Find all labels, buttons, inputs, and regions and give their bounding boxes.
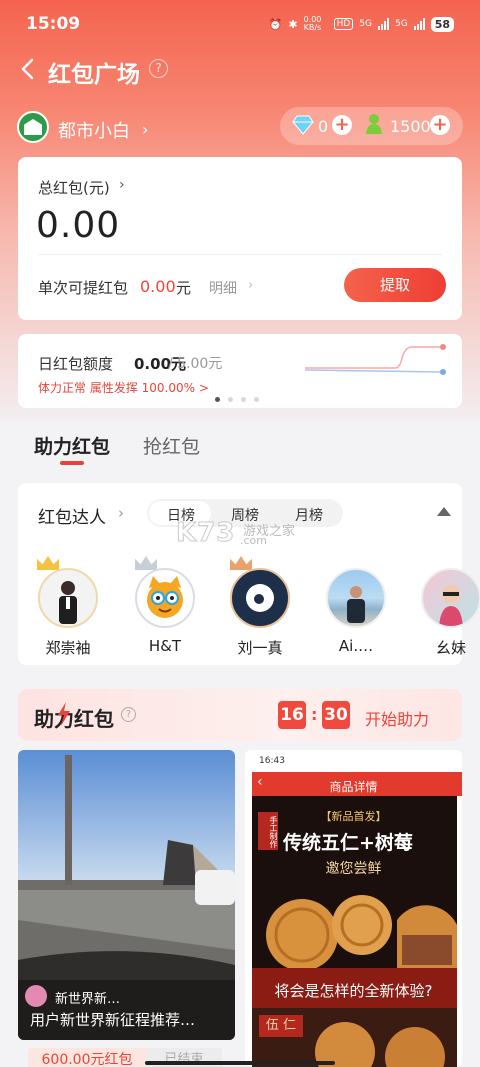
eye-icon (246, 584, 274, 612)
ranking-user-name: Ai.… (338, 637, 374, 655)
chevron-right-icon[interactable]: › (118, 504, 124, 522)
ranking-user-name: 郑崇袖 (45, 639, 91, 657)
withdraw-amount: 0.00 (140, 277, 176, 296)
add-diamond-icon[interactable]: + (332, 115, 352, 135)
battery-indicator: 58 (430, 16, 454, 32)
signal-icon (377, 18, 389, 30)
avatar[interactable] (38, 568, 98, 628)
watermark-url: .com (240, 534, 267, 547)
timer-hours: 16 (278, 701, 306, 729)
ranking-title[interactable]: 红包达人 (38, 503, 106, 528)
chevron-right-icon[interactable]: › (119, 177, 125, 193)
person-icon (439, 585, 463, 626)
detail-link[interactable]: 明细 (209, 278, 237, 298)
status-time: 15:09 (26, 14, 81, 34)
help-icon[interactable]: ? (121, 707, 136, 722)
quota-label: 日红包额度 (38, 355, 114, 373)
post-author: 新世界新… (55, 992, 121, 1007)
timer-separator: : (311, 705, 318, 724)
total-amount: 0.00 (36, 205, 121, 246)
embedded-status-bar: 16:43 (245, 750, 462, 772)
stamina-icon (366, 114, 382, 134)
timer-minutes: 30 (322, 701, 350, 729)
person-icon (59, 581, 77, 624)
avatar[interactable] (135, 568, 195, 628)
product-subtitle: 邀您尝鲜 (325, 861, 382, 877)
username[interactable]: 都市小白 (58, 117, 130, 143)
help-section-title: 助力红包 (34, 707, 114, 731)
avatar[interactable] (230, 568, 290, 628)
carousel-dot[interactable] (228, 397, 233, 402)
product-headline: 传统五仁+树莓 (283, 832, 413, 854)
post-caption: 用户新世界新征程推荐… (30, 1011, 196, 1029)
mooncake-image (315, 1022, 445, 1067)
product-label: 伍 仁 (259, 1015, 303, 1037)
bluetooth-icon: ✱ (288, 17, 298, 31)
stamina-status[interactable]: 体力正常 属性发挥 100.00% > (38, 379, 209, 396)
alarm-icon: ⏰ (268, 17, 283, 31)
help-icon[interactable]: ? (149, 59, 168, 78)
withdraw-unit: 元 (176, 279, 192, 297)
avatar[interactable] (421, 568, 480, 628)
divider (38, 254, 442, 255)
network-label: 5G (359, 19, 372, 29)
diamond-icon (292, 115, 314, 135)
stamina-count: 1500 (390, 117, 431, 136)
reward-badge: 600.00元红包 (28, 1048, 146, 1067)
tag-text: 手工制作 (258, 812, 278, 850)
start-help-button[interactable]: 开始助力 (365, 706, 429, 730)
total-label[interactable]: 总红包(元) (38, 177, 110, 198)
withdraw-label: 单次可提红包 (38, 279, 129, 297)
hd-icon: HD (333, 18, 354, 30)
withdraw-button[interactable]: 提取 (344, 268, 446, 302)
carousel-dots (215, 397, 259, 402)
post-image (18, 750, 235, 1040)
post-card[interactable] (18, 750, 235, 1040)
embedded-title: 商品详情 (329, 780, 378, 794)
back-icon[interactable] (16, 56, 40, 82)
tab-help-redpacket[interactable]: 助力红包 (34, 432, 110, 459)
carousel-dot[interactable] (215, 397, 220, 402)
quota-max: / 5.00元 (168, 356, 223, 372)
tab-monthly[interactable]: 月榜 (295, 505, 323, 525)
promo-text: 将会是怎样的全新体验? (274, 982, 433, 1000)
person-icon (347, 586, 365, 623)
cartoon-cat-icon (147, 576, 183, 618)
avatar[interactable] (17, 111, 49, 143)
page-title: 红包广场 (48, 62, 140, 88)
signal-icon (413, 18, 425, 30)
tab-active-indicator (60, 461, 84, 465)
mooncake-image (266, 895, 457, 970)
collapse-icon[interactable] (437, 507, 451, 516)
quota-trend-chart (304, 344, 446, 375)
network-speed: 0.00 KB/s (303, 15, 322, 32)
post-author-avatar[interactable] (25, 985, 47, 1007)
ranking-user-name: 幺妹 (436, 639, 467, 657)
chevron-right-icon[interactable]: › (248, 278, 253, 293)
add-stamina-icon[interactable]: + (430, 115, 450, 135)
home-indicator (145, 1061, 335, 1065)
chevron-right-icon[interactable]: › (142, 120, 148, 139)
carousel-dot[interactable] (241, 397, 246, 402)
status-icons: ⏰ ✱ 0.00 KB/s HD 5G 5G 58 (269, 16, 454, 32)
ranking-user-name: 刘一真 (237, 639, 283, 657)
lightning-icon (58, 702, 70, 726)
carousel-dot[interactable] (254, 397, 259, 402)
ranking-user-name: H&T (148, 637, 182, 655)
tab-grab-redpacket[interactable]: 抢红包 (143, 432, 200, 459)
watermark-logo: K73 (175, 518, 236, 549)
avatar[interactable] (326, 568, 386, 628)
diamond-count: 0 (318, 117, 329, 136)
post-card[interactable]: 16:43 ‹ 商品详情 【新品首发】 手工制作 传统五仁+树莓 邀您尝鲜 将会… (245, 750, 462, 1067)
network-label: 5G (394, 19, 408, 29)
